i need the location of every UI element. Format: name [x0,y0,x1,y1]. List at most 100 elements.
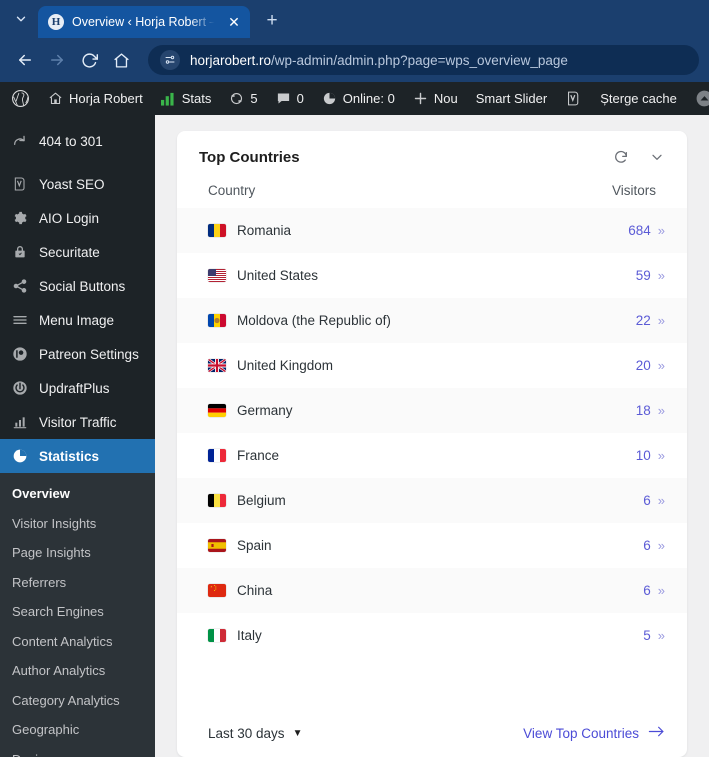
row-chevron-icon[interactable]: » [658,493,665,508]
address-bar[interactable]: horjarobert.ro/wp-admin/admin.php?page=w… [148,45,699,75]
redirect-icon [10,133,30,149]
sidebar-item-label: Patreon Settings [39,346,139,362]
submenu-item-overview[interactable]: Overview [0,479,155,509]
row-chevron-icon[interactable]: » [658,313,665,328]
flag-icon-france [208,449,226,462]
country-name: Italy [237,628,262,643]
flag-icon-romania [208,224,226,237]
submenu-item-geographic[interactable]: Geographic [0,715,155,745]
sidebar-item-label: AIO Login [39,210,100,226]
site-settings-icon[interactable] [160,50,180,70]
adminbar-item-scroll-top[interactable] [686,82,709,115]
sidebar-item-label: Social Buttons [39,278,126,294]
table-row[interactable]: Belgium 6» [177,478,687,523]
reload-icon[interactable] [74,45,104,75]
back-icon[interactable] [10,45,40,75]
wp-body: 404 to 301 Yoast SEO AIO Login Securitat… [0,115,709,757]
sidebar-item-menu-image[interactable]: Menu Image [0,303,155,337]
home-icon [48,91,63,106]
sidebar-item-404-to-301[interactable]: 404 to 301 [0,124,155,158]
row-chevron-icon[interactable]: » [658,268,665,283]
flag-icon-germany [208,404,226,417]
home-icon[interactable] [106,45,136,75]
sidebar-item-aio-login[interactable]: AIO Login [0,201,155,235]
table-row[interactable]: United Kingdom 20 » [177,343,687,388]
sidebar-item-visitor-traffic[interactable]: Visitor Traffic [0,405,155,439]
adminbar-label: Nou [433,91,458,106]
sidebar-item-label: Securitate [39,244,100,260]
row-chevron-icon[interactable]: » [658,628,665,643]
table-row[interactable]: Moldova (the Republic of) 22 » [177,298,687,343]
visitor-count: 6 [643,583,651,598]
comment-icon [276,91,291,106]
submenu-item-author-analytics[interactable]: Author Analytics [0,656,155,686]
sidebar-item-yoast-seo[interactable]: Yoast SEO [0,167,155,201]
adminbar-item-clear-cache[interactable]: Șterge cache [591,82,686,115]
adminbar-item-site-name[interactable]: Horja Robert [39,82,152,115]
yoast-icon [565,90,582,107]
adminbar-item-stats[interactable]: Stats [152,82,221,115]
cell-country: United States [177,253,432,298]
row-chevron-icon[interactable]: » [658,538,665,553]
cell-visitors: 59 » [432,253,687,298]
view-top-countries-link[interactable]: View Top Countries [523,725,665,741]
refresh-icon[interactable] [611,147,631,167]
menu-spacer [0,158,155,167]
adminbar-item-yoast[interactable] [556,82,591,115]
row-chevron-icon[interactable]: » [658,583,665,598]
submenu-item-referrers[interactable]: Referrers [0,568,155,598]
pie-chart-icon [10,448,30,464]
power-icon [10,380,30,396]
adminbar-item-online[interactable]: Online: 0 [313,82,404,115]
table-row[interactable]: France 10 » [177,433,687,478]
table-row[interactable]: Spain 6 » [177,523,687,568]
adminbar-label: Online: 0 [342,91,395,106]
country-name: Spain [237,538,272,553]
row-chevron-icon[interactable]: » [658,448,665,463]
row-chevron-icon[interactable]: » [658,358,665,373]
browser-tab[interactable]: H Overview ‹ Horja Robert — Wor ✕ [38,6,250,38]
submenu-item-visitor-insights[interactable]: Visitor Insights [0,509,155,539]
sidebar-item-social-buttons[interactable]: Social Buttons [0,269,155,303]
date-range-selector[interactable]: Last 30 days ▼ [208,726,302,741]
country-name: United Kingdom [237,358,334,373]
caret-up-circle-icon [695,89,709,108]
country-name: Germany [237,403,293,418]
visitor-count: 6 [643,538,651,553]
close-icon[interactable]: ✕ [224,12,244,32]
table-row[interactable]: Romania 684 » [177,208,687,253]
flag-icon-moldova [208,314,226,327]
table-row[interactable]: Germany 18 » [177,388,687,433]
tab-search-button[interactable] [4,4,38,34]
gear-icon [10,210,30,226]
sidebar-item-patreon-settings[interactable]: Patreon Settings [0,337,155,371]
sidebar-item-updraftplus[interactable]: UpdraftPlus [0,371,155,405]
visitor-count: 684 [628,223,651,238]
wordpress-logo-icon [11,89,30,108]
submenu-item-content-analytics[interactable]: Content Analytics [0,627,155,657]
row-chevron-icon[interactable]: » [658,223,665,238]
submenu-item-devices[interactable]: Devices [0,745,155,757]
table-row[interactable]: China 6» [177,568,687,613]
cell-visitors: 18 » [432,388,687,433]
chevron-down-icon[interactable] [647,147,667,167]
cell-visitors: 20 » [432,343,687,388]
visitor-count: 22 [635,313,651,328]
country-name: Romania [237,223,292,238]
sidebar-item-statistics[interactable]: Statistics [0,439,155,473]
adminbar-item-comments[interactable]: 0 [267,82,313,115]
sidebar-item-securitate[interactable]: Securitate [0,235,155,269]
adminbar-item-smart-slider[interactable]: Smart Slider [467,82,557,115]
submenu-item-page-insights[interactable]: Page Insights [0,538,155,568]
adminbar-item-updates[interactable]: 5 [220,82,266,115]
new-tab-button[interactable]: + [258,7,286,35]
row-chevron-icon[interactable]: » [658,403,665,418]
table-row[interactable]: United States 59 » [177,253,687,298]
table-row[interactable]: Italy 5» [177,613,687,658]
submenu-item-search-engines[interactable]: Search Engines [0,597,155,627]
column-header-country: Country [177,177,432,208]
caret-down-icon: ▼ [292,727,303,739]
adminbar-item-new[interactable]: Nou [404,82,467,115]
adminbar-item-wordpress[interactable] [2,82,39,115]
submenu-item-category-analytics[interactable]: Category Analytics [0,686,155,716]
